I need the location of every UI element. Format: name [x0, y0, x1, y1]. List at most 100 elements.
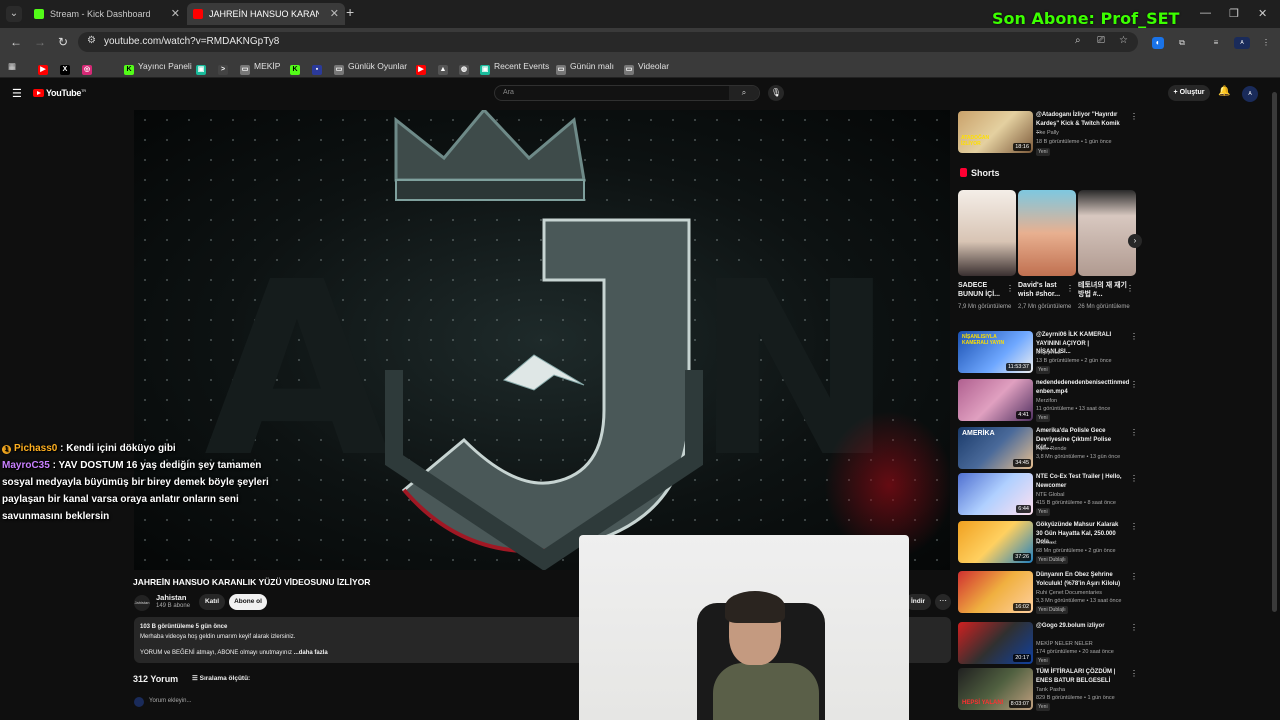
- reload-icon[interactable]: ↻: [58, 35, 68, 49]
- channel-avatar[interactable]: Jahistan: [134, 595, 150, 611]
- recommendation-thumbnail[interactable]: 4:41: [958, 379, 1033, 421]
- account-avatar[interactable]: A: [1242, 86, 1258, 102]
- recommendation-channel[interactable]: Ruhi Çenet Documentaries: [1036, 590, 1102, 596]
- site-info-icon[interactable]: ⚙: [87, 35, 96, 46]
- youtube-logo[interactable]: YouTubeTR: [33, 88, 86, 98]
- create-button[interactable]: + Oluştur: [1168, 85, 1210, 101]
- zoom-icon[interactable]: ⌕: [1075, 35, 1081, 46]
- recommendation-title[interactable]: NTE Co-Ex Test Trailer | Hello, Newcomer: [1036, 473, 1124, 490]
- more-options-icon[interactable]: ⋮: [1130, 112, 1138, 121]
- profile-avatar-icon[interactable]: A: [1234, 37, 1250, 49]
- recommendation-channel[interactable]: Tarık Pasha: [1036, 687, 1065, 693]
- close-window-icon[interactable]: ✕: [1258, 7, 1267, 20]
- bookmark-app-2[interactable]: ▪: [312, 61, 326, 75]
- new-tab-button[interactable]: +: [346, 4, 354, 20]
- extensions-puzzle-icon[interactable]: ⧉: [1176, 37, 1188, 49]
- omnibox[interactable]: ⚙ youtube.com/watch?v=RMDAKNGpTy8 ⌕ ⎚ ☆: [78, 32, 1138, 52]
- apps-grid-icon[interactable]: ▦: [8, 61, 16, 72]
- close-tab-icon[interactable]: ✕: [171, 3, 180, 25]
- bookmark-yayinci-paneli[interactable]: K Yayıncı Paneli: [124, 61, 192, 75]
- bookmark-app[interactable]: ▣: [196, 61, 210, 75]
- recommendation-thumbnail[interactable]: 34:45 AMERİKA: [958, 427, 1033, 469]
- recommendation-channel[interactable]: MekipHub: [1036, 350, 1061, 356]
- more-options-icon[interactable]: ⋮: [1006, 284, 1014, 293]
- short-title[interactable]: 테토녀의 재 재기 방법 #...: [1078, 281, 1128, 299]
- bookmark-image[interactable]: ▲: [438, 61, 452, 75]
- more-options-icon[interactable]: ⋮: [1126, 284, 1134, 293]
- more-options-icon[interactable]: ⋮: [1130, 669, 1138, 678]
- subscribe-button[interactable]: Abone ol: [229, 594, 267, 610]
- short-thumbnail[interactable]: [958, 190, 1016, 276]
- bookmark-globe[interactable]: ◍: [459, 61, 473, 75]
- short-thumbnail[interactable]: [1078, 190, 1136, 276]
- short-thumbnail[interactable]: [1018, 190, 1076, 276]
- bookmark-gunluk-oyunlar[interactable]: ▭ Günlük Oyunlar: [334, 61, 407, 75]
- recommendation-thumbnail[interactable]: 11:53:37 NİŞANLISIYLA KAMERALI YAYIN: [958, 331, 1033, 373]
- recommendation-title[interactable]: Dünyanın En Obez Şehrine Yolculuk! (%78'…: [1036, 571, 1124, 588]
- microphone-icon[interactable]: 🎙: [768, 85, 784, 101]
- bookmark-recent-events[interactable]: ▣ Recent Events: [480, 61, 549, 75]
- search-box[interactable]: Ara ⌕: [494, 85, 760, 101]
- recommendation-title[interactable]: nedendedenedenbenisecttinmed enben.mp4: [1036, 379, 1129, 396]
- extension-icon[interactable]: ◐: [1152, 37, 1164, 49]
- recommendation-channel[interactable]: The Pally: [1036, 130, 1059, 136]
- recommendation-channel[interactable]: MEKİP NELER NELER: [1036, 641, 1093, 647]
- recommendation-channel[interactable]: Alper Rende: [1036, 446, 1067, 452]
- show-more-link[interactable]: ...daha fazla: [294, 650, 328, 656]
- sort-button[interactable]: ☰ Sıralama ölçütü:: [192, 674, 250, 682]
- bookmark-x[interactable]: X: [60, 61, 74, 75]
- forward-icon[interactable]: →: [34, 35, 46, 49]
- recommendation-thumbnail[interactable]: 6:44: [958, 473, 1033, 515]
- reading-list-icon[interactable]: ≡: [1210, 37, 1222, 49]
- more-options-icon[interactable]: ⋮: [1130, 380, 1138, 389]
- more-options-icon[interactable]: ⋮: [1130, 474, 1138, 483]
- recommendation-channel[interactable]: Merzifon: [1036, 398, 1057, 404]
- close-tab-icon[interactable]: ✕: [330, 3, 339, 25]
- restore-icon[interactable]: ❐: [1229, 7, 1239, 20]
- url-text[interactable]: youtube.com/watch?v=RMDAKNGpTy8: [104, 36, 279, 47]
- tab-youtube-video[interactable]: JAHREİN HANSUO KARANLIK YÜZÜ VİDEOSUNU İ…: [187, 3, 345, 25]
- bookmark-instagram[interactable]: ◎: [82, 61, 96, 75]
- recommendation-title[interactable]: TÜM İFTİRALARI ÇÖZDÜM | ENES BATUR BELGE…: [1036, 668, 1124, 685]
- back-icon[interactable]: ←: [10, 35, 22, 49]
- recommendation-thumbnail[interactable]: 37:26: [958, 521, 1033, 563]
- notifications-bell-icon[interactable]: 🔔: [1218, 86, 1230, 97]
- short-title[interactable]: SADECE BUNUN İÇİ...: [958, 281, 1008, 299]
- bookmark-videolar[interactable]: ▭ Videolar: [624, 61, 669, 75]
- channel-name[interactable]: Jahistan: [156, 593, 186, 602]
- bookmark-terminal[interactable]: >: [218, 61, 232, 75]
- more-options-icon[interactable]: ⋮: [1130, 428, 1138, 437]
- add-comment-input[interactable]: Yorum ekleyin...: [149, 698, 191, 704]
- more-options-icon[interactable]: ⋮: [1130, 572, 1138, 581]
- shorts-next-chevron-icon[interactable]: ›: [1128, 234, 1142, 248]
- page-scrollbar[interactable]: [1272, 92, 1277, 612]
- recommendation-thumbnail[interactable]: ATADOĞAN İZLİYOR 18:16: [958, 111, 1033, 153]
- recommendation-channel[interactable]: MrBeast: [1036, 540, 1056, 546]
- bookmark-youtube[interactable]: ▶: [38, 61, 52, 75]
- chrome-menu-icon[interactable]: ⋮: [1260, 37, 1272, 49]
- search-icon[interactable]: ⌕: [729, 86, 759, 100]
- tab-kick-dashboard[interactable]: Stream - Kick Dashboard ✕: [28, 3, 186, 25]
- search-placeholder[interactable]: Ara: [503, 89, 514, 96]
- more-options-icon[interactable]: ⋮: [1130, 522, 1138, 531]
- recommendation-thumbnail[interactable]: 8:03:07 HEPSİ YALAN!: [958, 668, 1033, 710]
- more-options-icon[interactable]: ⋮: [1130, 623, 1138, 632]
- recommendation-thumbnail[interactable]: 20:17: [958, 622, 1033, 664]
- bookmark-star-icon[interactable]: ☆: [1119, 35, 1128, 46]
- menu-hamburger-icon[interactable]: ☰: [12, 87, 22, 100]
- tab-search-button[interactable]: ⌄: [6, 6, 22, 22]
- recommendation-channel[interactable]: NTE Global: [1036, 492, 1064, 498]
- more-options-icon[interactable]: ⋮: [1130, 332, 1138, 341]
- join-button[interactable]: Katıl: [199, 594, 225, 610]
- bookmark-youtube-2[interactable]: ▶: [416, 61, 430, 75]
- minimize-icon[interactable]: —: [1200, 7, 1211, 19]
- recommendation-title[interactable]: @Gogo 29.bolum izliyor: [1036, 622, 1124, 631]
- more-options-icon[interactable]: ⋮: [1066, 284, 1074, 293]
- short-title[interactable]: David's last wish #shor...: [1018, 281, 1068, 299]
- recommendation-thumbnail[interactable]: 16:02: [958, 571, 1033, 613]
- bookmark-kick[interactable]: K: [290, 61, 304, 75]
- install-app-icon[interactable]: ⎚: [1097, 35, 1105, 46]
- more-actions-icon[interactable]: ⋯: [935, 594, 951, 610]
- bookmark-mekip[interactable]: ▭ MEKİP: [240, 61, 280, 75]
- bookmark-gunun-mali[interactable]: ▭ Günün malı: [556, 61, 614, 75]
